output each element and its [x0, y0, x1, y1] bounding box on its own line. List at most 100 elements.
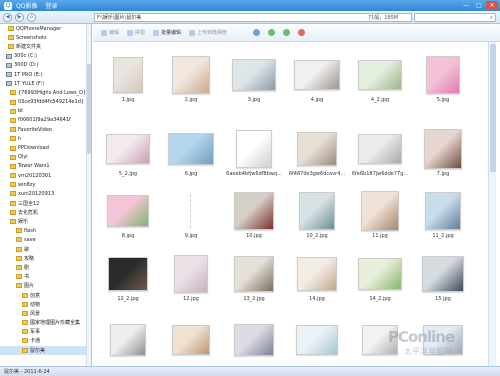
photo-thumbnail[interactable] — [223, 321, 285, 366]
tree-item[interactable]: Qiyi — [0, 153, 91, 162]
tree-item[interactable]: h — [0, 134, 91, 143]
tree-item[interactable]: bt — [0, 107, 91, 116]
tree-item[interactable]: PPDownload — [0, 143, 91, 152]
photo-thumbnail[interactable]: 10.jpg — [223, 192, 285, 244]
upload-button[interactable]: 上传到微相册 — [189, 29, 227, 36]
photo-thumbnail[interactable] — [286, 321, 348, 366]
tree-item-label: flash — [24, 227, 36, 234]
photo-image — [361, 191, 399, 231]
tree-item[interactable]: 03ce93fdd4fc549214e1d} — [0, 98, 91, 107]
tree-item[interactable]: 鼠尔美 — [0, 345, 91, 355]
tree-item[interactable]: f00601f9a29a34641f — [0, 116, 91, 125]
photo-thumbnail[interactable]: 4_2.jpg — [349, 56, 411, 108]
tree-item[interactable]: 动物 — [0, 300, 91, 309]
edit-button[interactable]: 编辑 — [101, 29, 119, 36]
photo-thumbnail[interactable]: 2.jpg — [160, 56, 222, 108]
tree-item[interactable]: 1T YULE (F:) — [0, 79, 91, 88]
tree-item[interactable]: 图片 — [0, 281, 91, 290]
tree-item[interactable]: 风景 — [0, 309, 91, 318]
photo-thumbnail[interactable]: 5.jpg — [412, 56, 474, 108]
forward-button[interactable]: ▶ — [15, 12, 24, 22]
sidebar-scrollbar[interactable] — [86, 24, 91, 366]
slideshow-button[interactable] — [253, 29, 261, 36]
address-bar[interactable]: F:\娱乐\图片\鼠尔美 — [94, 13, 412, 22]
tree-item[interactable]: 剧 — [0, 263, 91, 272]
photo-thumbnail[interactable]: 6aeeb4bfjw6df8bwq... — [223, 130, 285, 182]
photo-image — [234, 324, 274, 356]
tree-item-label: FavoriteVideo — [18, 126, 52, 133]
photo-thumbnail[interactable]: 13_2.jpg — [223, 255, 285, 307]
photo-thumbnail[interactable]: 14_2.jpg — [349, 255, 411, 307]
tree-item[interactable]: FavoriteVideo — [0, 125, 91, 134]
tree-item[interactable]: {76993Highs And Lows_D} — [0, 88, 91, 97]
photo-thumbnail[interactable]: 11_2.jpg — [412, 192, 474, 244]
scrollbar-thumb[interactable] — [87, 64, 91, 154]
tree-item-label: vm20120301 — [18, 172, 52, 179]
tree-item-label: Screenshots — [16, 34, 47, 41]
tree-item[interactable]: 军事 — [0, 327, 91, 336]
photo-thumbnail[interactable] — [160, 321, 222, 366]
tree-item[interactable]: 娱乐 — [0, 217, 91, 226]
tree-item[interactable]: 卡通 — [0, 336, 91, 345]
tree-item-label: 1T PRO (E:) — [14, 71, 43, 78]
batch-edit-button[interactable]: 批量编辑 — [153, 29, 181, 36]
search-input[interactable]: ⌕ — [414, 13, 496, 22]
photo-thumbnail[interactable]: 3.jpg — [223, 56, 285, 108]
photo-filename: 15.jpg — [435, 296, 451, 302]
photo-thumbnail[interactable]: 5_2.jpg — [97, 130, 159, 182]
tree-item[interactable]: 书 — [0, 272, 91, 281]
photo-thumbnail[interactable]: 12.jpg — [160, 255, 222, 307]
toolbar-label: 编辑 — [109, 30, 120, 36]
folder-icon — [16, 264, 22, 270]
tree-item[interactable]: win8zy — [0, 180, 91, 189]
tree-item[interactable]: 300c (C:) — [0, 52, 91, 61]
photo-thumbnail[interactable]: 14.jpg — [286, 255, 348, 307]
tree-item[interactable]: Screenshots — [0, 33, 91, 42]
photo-thumbnail[interactable]: 8.jpg — [97, 192, 159, 244]
photo-thumbnail[interactable]: 4.jpg — [286, 56, 348, 108]
tree-item[interactable]: 攻略 — [0, 254, 91, 263]
photo-thumbnail[interactable]: 6f487de3gw6dcavr4... — [286, 130, 348, 182]
scrollbar-thumb[interactable] — [490, 44, 496, 172]
rotate-left-button[interactable] — [268, 29, 276, 36]
maximize-button[interactable]: □ — [473, 1, 485, 9]
tree-item[interactable]: 國家地理图片珍藏全集 — [0, 318, 91, 327]
photo-thumbnail[interactable]: 11.jpg — [349, 191, 411, 244]
tree-item[interactable]: 300D (D:) — [0, 61, 91, 70]
tree-item[interactable]: 去化危机 — [0, 208, 91, 217]
photo-thumbnail[interactable]: 1.jpg — [97, 56, 159, 108]
photo-thumbnail[interactable]: 6fe6b187jw6dde77g... — [349, 130, 411, 182]
minimize-button[interactable]: — — [460, 1, 472, 9]
rotate-right-button[interactable] — [283, 29, 291, 36]
photo-thumbnail[interactable]: 7.jpg — [412, 129, 474, 182]
search-icon[interactable]: ⌕ — [490, 14, 493, 22]
photo-image — [174, 255, 208, 293]
photo-thumbnail[interactable]: 9.jpg — [160, 192, 222, 244]
close-button[interactable]: ✕ — [486, 1, 498, 9]
tree-item[interactable]: save — [0, 235, 91, 244]
tree-item[interactable]: 三国全12 — [0, 199, 91, 208]
folder-tree[interactable]: QQPhoneManager Screenshots 新建文件夹 300c (C:) 3… — [0, 24, 92, 366]
tree-item[interactable]: 1T PRO (E:) — [0, 70, 91, 79]
back-button[interactable]: ◀ — [3, 12, 12, 22]
tree-item[interactable]: vm20120301 — [0, 171, 91, 180]
grid-scrollbar[interactable] — [488, 42, 496, 366]
tree-item[interactable]: flash — [0, 226, 91, 235]
delete-button[interactable] — [298, 29, 306, 36]
photo-thumbnail[interactable]: 15.jpg — [412, 255, 474, 307]
tree-item[interactable]: 歌 — [0, 245, 91, 254]
tree-item[interactable]: 创意 — [0, 290, 91, 299]
photo-thumbnail[interactable]: 6.jpg — [160, 130, 222, 182]
photo-thumbnail[interactable] — [97, 321, 159, 366]
photo-thumbnail[interactable]: 12_2.jpg — [97, 255, 159, 307]
photo-image — [190, 194, 192, 228]
photo-thumbnail[interactable]: 10_2.jpg — [286, 192, 348, 244]
tree-item[interactable]: 新建文件夹 — [0, 42, 91, 51]
tree-item[interactable]: xuni20120913 — [0, 189, 91, 198]
home-button[interactable]: ⌂ — [27, 12, 36, 22]
login-link[interactable]: 登录 — [45, 1, 57, 10]
collage-button[interactable]: 拼图 — [127, 29, 145, 36]
tree-item[interactable]: QQPhoneManager — [0, 24, 91, 33]
tree-item[interactable]: Tower Wars1 — [0, 162, 91, 171]
photo-grid: 1.jpg 2.jpg 3.jpg 4.jpg 4_2.jpg 5.jpg 5_2.jpg 6… — [93, 42, 488, 366]
